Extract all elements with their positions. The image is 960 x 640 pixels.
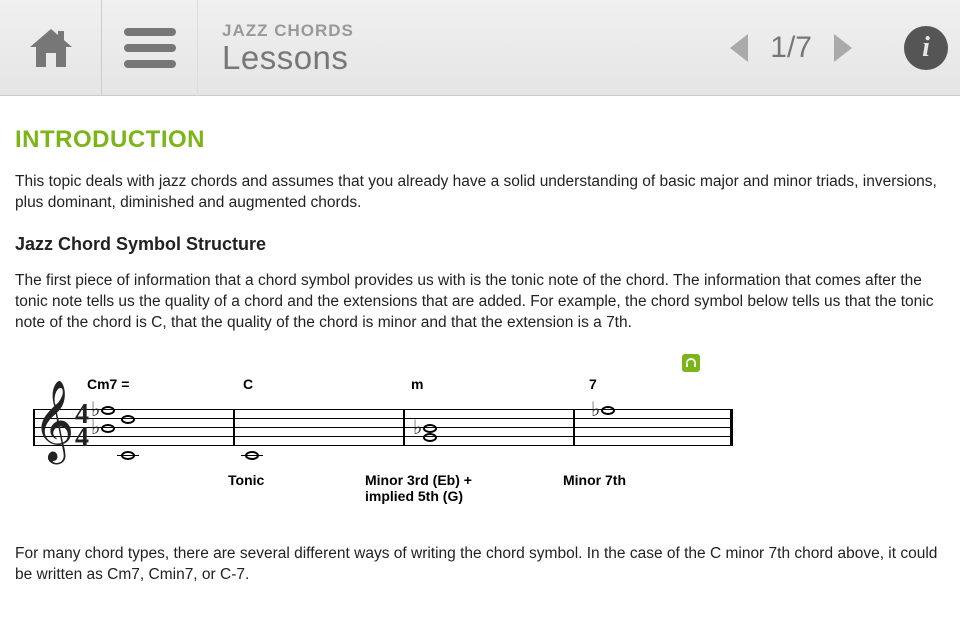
- treble-clef: 𝄞: [33, 387, 74, 457]
- desc-minor7th: Minor 7th: [563, 472, 626, 488]
- header-bar: JAZZ CHORDS Lessons 1/7 i: [0, 0, 960, 96]
- time-sig-bot: 4: [75, 426, 89, 450]
- chord-label-cm7: Cm7 =: [87, 376, 129, 392]
- intro-paragraph: This topic deals with jazz chords and as…: [15, 172, 942, 214]
- paragraph-3: For many chord types, there are several …: [15, 544, 942, 586]
- next-page-button[interactable]: [824, 28, 864, 68]
- menu-button[interactable]: [102, 0, 198, 96]
- prev-page-button[interactable]: [718, 28, 758, 68]
- page-title: Lessons: [222, 41, 718, 74]
- paragraph-2: The first piece of information that a ch…: [15, 271, 942, 334]
- breadcrumb: JAZZ CHORDS: [222, 21, 718, 41]
- desc-tonic: Tonic: [228, 472, 264, 488]
- chord-label-c: C: [243, 376, 253, 392]
- hamburger-icon: [124, 24, 176, 72]
- page-indicator: 1/7: [766, 31, 816, 65]
- title-area: JAZZ CHORDS Lessons: [198, 21, 718, 74]
- sub-heading: Jazz Chord Symbol Structure: [15, 234, 942, 255]
- nav-controls: 1/7 i: [718, 26, 960, 70]
- chevron-left-icon: [726, 32, 750, 64]
- home-button[interactable]: [0, 0, 102, 96]
- headphones-icon: [685, 357, 697, 369]
- content-area: INTRODUCTION This topic deals with jazz …: [0, 96, 960, 585]
- music-notation: Cm7 = C m 7 𝄞 4 4: [15, 354, 942, 514]
- info-button[interactable]: i: [904, 26, 948, 70]
- desc-minor3rd: Minor 3rd (Eb) + implied 5th (G): [365, 472, 515, 504]
- home-icon: [28, 27, 74, 69]
- chord-label-7: 7: [589, 376, 597, 392]
- chord-label-m: m: [411, 376, 423, 392]
- info-icon: i: [922, 32, 930, 64]
- chevron-right-icon: [832, 32, 856, 64]
- section-heading: INTRODUCTION: [15, 126, 942, 154]
- play-audio-button[interactable]: [682, 354, 700, 372]
- time-signature: 4 4: [75, 403, 89, 451]
